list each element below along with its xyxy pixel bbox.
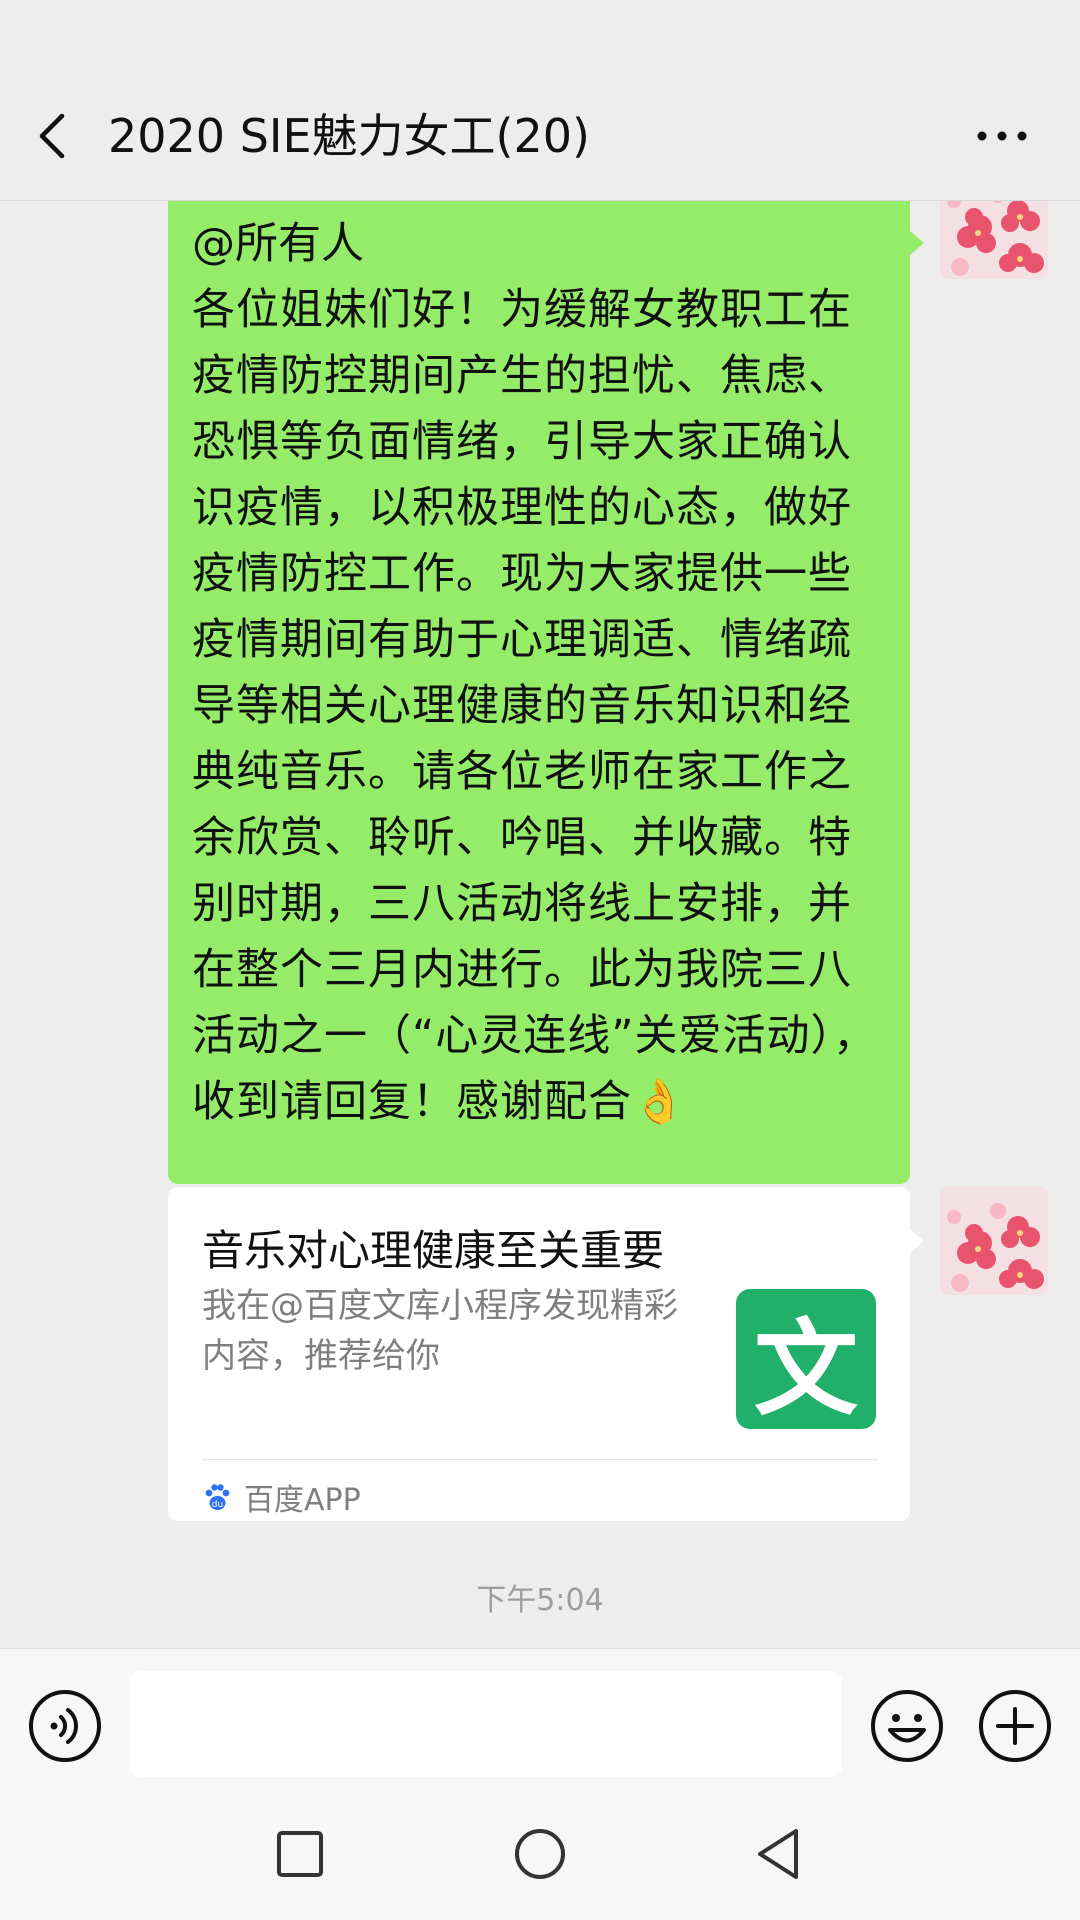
card-title: 音乐对心理健康至关重要 [202, 1226, 665, 1275]
input-bar [0, 1648, 1080, 1788]
plus-icon [979, 1690, 1051, 1762]
flower-avatar-image [940, 1187, 1048, 1295]
baidu-paw-icon: du [205, 1484, 230, 1510]
system-nav-bar [0, 1788, 1080, 1920]
more-functions-button[interactable] [978, 1689, 1052, 1763]
recents-button[interactable] [270, 1824, 330, 1884]
back-nav-button[interactable] [750, 1824, 810, 1884]
voice-icon [29, 1690, 101, 1762]
chat-title: 2020 SIE魅力女工(20) [108, 109, 590, 163]
card-source-label: 百度APP [244, 1483, 361, 1518]
back-button[interactable] [28, 106, 78, 166]
home-button[interactable] [510, 1824, 570, 1884]
svg-text:du: du [212, 1500, 223, 1510]
message-timestamp: 下午5:04 [476, 1583, 604, 1618]
card-source: du 百度APP [202, 1477, 361, 1518]
avatar[interactable] [940, 1187, 1048, 1295]
card-description: 我在@百度文库小程序发现精彩内容，推荐给你 [202, 1286, 678, 1376]
chat-header: 2020 SIE魅力女工(20) [0, 70, 1080, 201]
more-dots-icon [977, 131, 1027, 141]
emoji-icon [871, 1690, 943, 1762]
chevron-left-icon [39, 113, 65, 159]
mention-all: @所有人 [192, 219, 364, 269]
emoji-button[interactable] [870, 1689, 944, 1763]
message-input[interactable] [130, 1671, 842, 1777]
triangle-back-icon [758, 1829, 798, 1879]
sent-text-message[interactable]: @所有人 各位姐妹们好！为缓解女教职工在疫情防控期间产生的担忧、焦虑、恐惧等负面… [168, 201, 924, 1184]
flower-avatar-image [940, 201, 1048, 279]
chat-area[interactable]: @所有人 各位姐妹们好！为缓解女教职工在疫情防控期间产生的担忧、焦虑、恐惧等负面… [0, 201, 1080, 1648]
status-bar [0, 0, 1080, 70]
more-button[interactable] [972, 106, 1032, 166]
message-text: 各位姐妹们好！为缓解女教职工在疫情防控期间产生的担忧、焦虑、恐惧等负面情绪，引导… [192, 285, 878, 1127]
wenku-thumbnail-icon: 文 [736, 1289, 876, 1430]
shared-link-card[interactable]: 音乐对心理健康至关重要 我在@百度文库小程序发现精彩内容，推荐给你 文 du 百… [168, 1187, 924, 1521]
avatar[interactable] [940, 201, 1048, 279]
voice-button[interactable] [28, 1689, 102, 1763]
card-divider [202, 1459, 878, 1460]
circle-icon [515, 1829, 565, 1879]
square-icon [277, 1831, 323, 1877]
